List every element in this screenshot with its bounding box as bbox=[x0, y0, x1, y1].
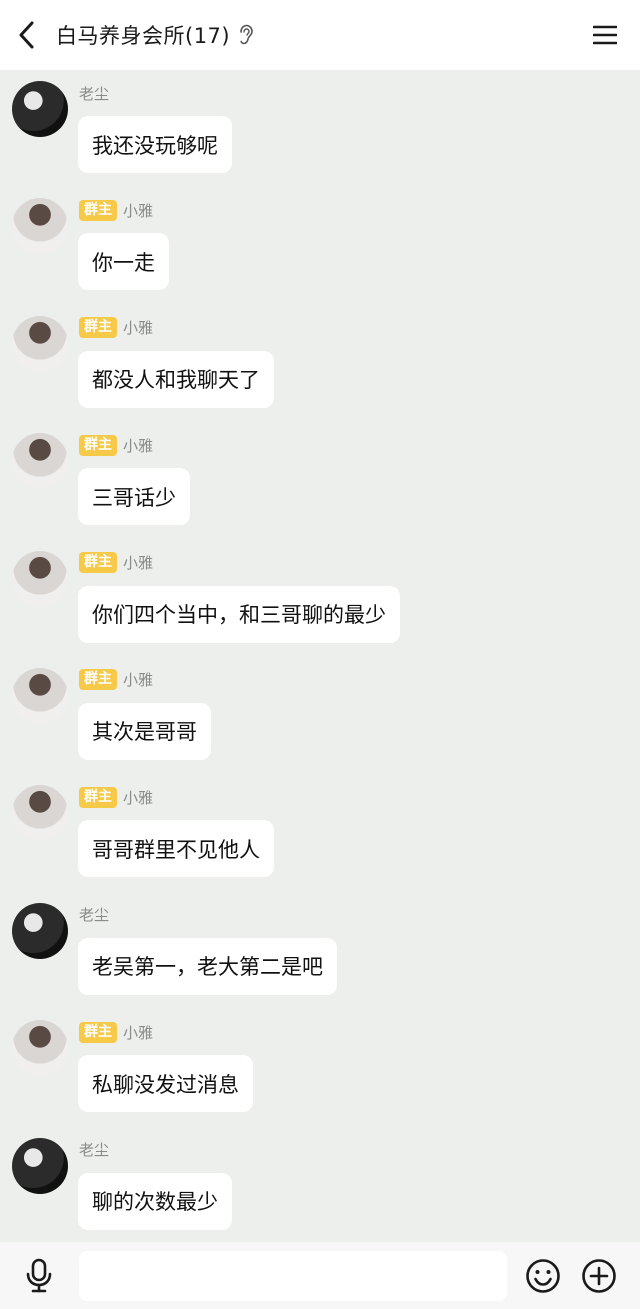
message-bubble[interactable]: 你一走 bbox=[78, 233, 169, 291]
message-row: 老尘 我还没玩够呢 bbox=[0, 70, 640, 187]
owner-badge: 群主 bbox=[79, 786, 117, 808]
sender-name: 小雅 bbox=[123, 319, 154, 338]
owner-badge: 群主 bbox=[79, 317, 117, 339]
message-row: 群主 小雅私聊没发过消息 bbox=[0, 1009, 640, 1126]
message-meta: 群主 小雅 bbox=[79, 434, 153, 456]
avatar[interactable] bbox=[12, 1020, 68, 1077]
message-bubble[interactable]: 哥哥群里不见他人 bbox=[78, 820, 274, 878]
owner-badge: 群主 bbox=[79, 669, 117, 691]
avatar[interactable] bbox=[12, 1137, 68, 1194]
emoji-icon bbox=[526, 1259, 560, 1293]
owner-badge: 群主 bbox=[79, 434, 117, 456]
avatar[interactable] bbox=[12, 785, 68, 842]
chat-header: 白马养身会所(17) bbox=[0, 0, 640, 70]
sender-name: 老尘 bbox=[79, 1141, 110, 1160]
owner-badge: 群主 bbox=[79, 552, 117, 574]
message-bubble[interactable]: 你们四个当中，和三哥聊的最少 bbox=[78, 585, 400, 643]
menu-icon bbox=[593, 25, 617, 45]
message-bubble[interactable]: 老吴第一，老大第二是吧 bbox=[78, 937, 337, 995]
owner-badge: 群主 bbox=[79, 1021, 117, 1043]
sender-name: 小雅 bbox=[123, 671, 154, 690]
voice-button[interactable] bbox=[22, 1258, 56, 1294]
avatar[interactable] bbox=[12, 81, 68, 137]
chat-title: 白马养身会所(17) bbox=[56, 24, 231, 48]
avatar[interactable] bbox=[12, 315, 68, 372]
message-meta: 群主 小雅 bbox=[79, 317, 153, 339]
message-input[interactable] bbox=[79, 1251, 507, 1301]
message-bubble[interactable]: 我还没玩够呢 bbox=[78, 116, 232, 173]
plus-icon bbox=[582, 1259, 616, 1293]
ear-icon[interactable] bbox=[238, 24, 254, 46]
sender-name: 老尘 bbox=[79, 84, 110, 103]
sender-name: 小雅 bbox=[123, 201, 154, 220]
owner-badge: 群主 bbox=[79, 199, 117, 221]
message-meta: 群主 小雅 bbox=[79, 669, 153, 691]
avatar[interactable] bbox=[12, 198, 68, 255]
message-row: 群主 小雅都没人和我聊天了 bbox=[0, 305, 640, 422]
sender-name: 小雅 bbox=[123, 436, 154, 455]
message-list[interactable]: 老尘 我还没玩够呢 群主 小雅 你一走 群主 小雅 都没人和我聊天了 群主 小雅 三哥话少 群主 小雅你… bbox=[0, 70, 640, 1242]
message-row: 群主 小雅你一走 bbox=[0, 187, 640, 304]
sender-name: 小雅 bbox=[123, 1023, 154, 1042]
more-button[interactable] bbox=[581, 1258, 617, 1294]
message-row: 老尘老吴第一，老大第二是吧 bbox=[0, 892, 640, 1009]
message-row: 群主 小雅你们四个当中，和三哥聊的最少 bbox=[0, 540, 640, 657]
back-icon bbox=[19, 21, 34, 49]
message-meta: 群主 小雅 bbox=[79, 786, 153, 808]
message-bubble[interactable]: 三哥话少 bbox=[78, 468, 190, 526]
message-row: 群主 小雅三哥话少 bbox=[0, 422, 640, 539]
message-meta: 群主 小雅 bbox=[79, 1021, 153, 1043]
message-row: 群主 小雅其次是哥哥 bbox=[0, 657, 640, 774]
sender-name: 老尘 bbox=[79, 906, 110, 925]
message-bubble[interactable]: 私聊没发过消息 bbox=[78, 1055, 253, 1113]
message-meta: 群主 小雅 bbox=[79, 552, 153, 574]
message-meta: 老尘 bbox=[79, 904, 109, 926]
menu-button[interactable] bbox=[592, 22, 618, 48]
avatar[interactable] bbox=[12, 667, 68, 724]
message-bubble[interactable]: 都没人和我聊天了 bbox=[78, 350, 274, 408]
input-bar bbox=[0, 1242, 640, 1309]
sender-name: 小雅 bbox=[123, 554, 154, 573]
message-meta: 老尘 bbox=[79, 82, 109, 104]
message-meta: 老尘 bbox=[79, 1139, 109, 1161]
sender-name: 小雅 bbox=[123, 788, 154, 807]
message-meta: 群主 小雅 bbox=[79, 199, 153, 221]
microphone-icon bbox=[26, 1258, 52, 1293]
message-row: 群主 小雅哥哥群里不见他人 bbox=[0, 774, 640, 891]
avatar[interactable] bbox=[12, 433, 68, 490]
avatar[interactable] bbox=[12, 902, 68, 959]
message-row: 老尘 聊的次数最少 bbox=[0, 1127, 640, 1242]
back-button[interactable] bbox=[0, 0, 54, 70]
message-bubble[interactable]: 聊的次数最少 bbox=[78, 1172, 232, 1230]
avatar[interactable] bbox=[12, 550, 68, 607]
emoji-button[interactable] bbox=[525, 1258, 561, 1294]
message-bubble[interactable]: 其次是哥哥 bbox=[78, 702, 211, 760]
